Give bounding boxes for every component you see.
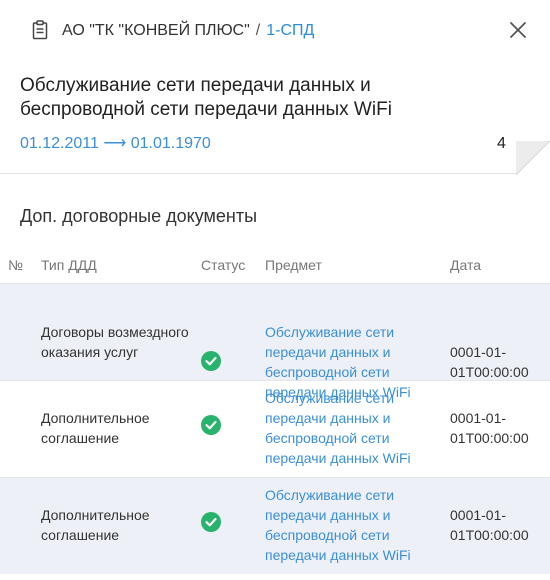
contract-title: Обслуживание сети передачи данных и бесп… bbox=[20, 75, 392, 120]
contract-period[interactable]: 01.12.2011 ⟶ 01.01.1970 bbox=[20, 134, 211, 154]
table-row[interactable]: Договоры возмездного оказания услуг Обсл… bbox=[0, 283, 550, 400]
documents-table: № Тип ДДД Статус Предмет Дата Договоры в… bbox=[0, 250, 550, 574]
cell-subject-link[interactable]: Обслуживание сети передачи данных и бесп… bbox=[265, 388, 445, 468]
column-header-date[interactable]: Дата bbox=[450, 256, 481, 274]
column-header-subject[interactable]: Предмет bbox=[265, 256, 322, 274]
cell-subject-link[interactable]: Обслуживание сети передачи данных и бесп… bbox=[265, 485, 445, 565]
clipboard-document-icon bbox=[32, 20, 48, 40]
column-header-status[interactable]: Статус bbox=[201, 256, 245, 274]
breadcrumb-separator: / bbox=[255, 22, 261, 39]
check-circle-icon bbox=[201, 512, 221, 532]
page-fold-icon bbox=[516, 141, 550, 175]
column-header-type[interactable]: Тип ДДД bbox=[41, 256, 97, 274]
check-circle-icon bbox=[201, 351, 221, 371]
column-header-num[interactable]: № bbox=[8, 256, 23, 274]
check-circle-icon bbox=[201, 415, 221, 435]
cell-date: 0001-01-01T00:00:00 bbox=[450, 344, 529, 380]
documents-count: 4 bbox=[497, 135, 506, 152]
cell-date: 0001-01-01T00:00:00 bbox=[450, 410, 529, 446]
breadcrumb-contract-code[interactable]: 1-СПД bbox=[266, 22, 314, 39]
section-title: Доп. договорные документы bbox=[20, 206, 258, 226]
close-icon[interactable] bbox=[506, 18, 530, 42]
table-row[interactable]: Дополнительное соглашение Обслуживание с… bbox=[0, 380, 550, 477]
table-row[interactable]: Дополнительное соглашение Обслуживание с… bbox=[0, 477, 550, 574]
panel-header: АО "ТК "КОНВЕЙ ПЛЮС" / 1-СПД bbox=[0, 0, 550, 62]
cell-type: Дополнительное соглашение bbox=[41, 410, 150, 446]
breadcrumb: АО "ТК "КОНВЕЙ ПЛЮС" / 1-СПД bbox=[62, 21, 314, 41]
cell-type: Дополнительное соглашение bbox=[41, 507, 150, 543]
breadcrumb-organization: АО "ТК "КОНВЕЙ ПЛЮС" bbox=[62, 22, 250, 39]
cell-date: 0001-01-01T00:00:00 bbox=[450, 507, 529, 543]
contract-card: Обслуживание сети передачи данных и бесп… bbox=[0, 62, 550, 175]
cell-type: Договоры возмездного оказания услуг bbox=[41, 324, 189, 360]
table-header: № Тип ДДД Статус Предмет Дата bbox=[0, 250, 550, 283]
